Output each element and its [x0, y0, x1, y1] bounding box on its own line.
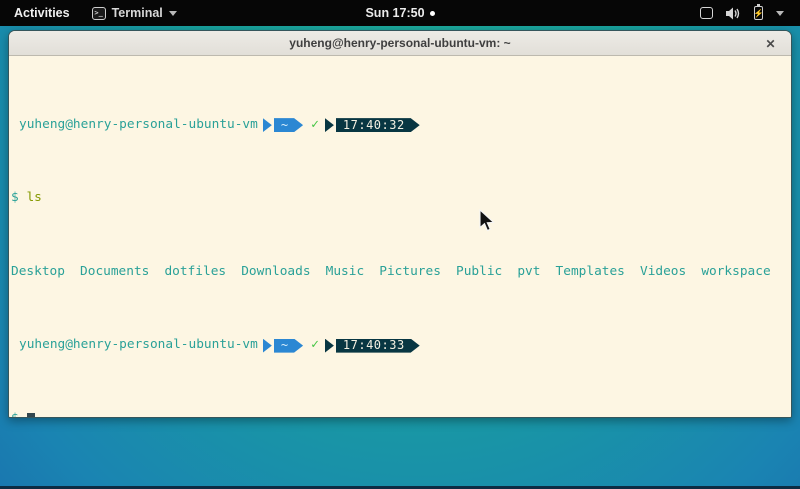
chevron-down-icon — [776, 11, 784, 16]
volume-icon — [726, 7, 741, 20]
top-bar: Activities >_ Terminal Sun 17:50 ⚡ — [0, 0, 800, 26]
window-titlebar[interactable]: yuheng@henry-personal-ubuntu-vm: ~ ✕ — [9, 31, 791, 56]
directory-Pictures: Pictures — [379, 265, 441, 280]
prompt-user: yuheng@henry-personal-ubuntu-vm — [11, 118, 258, 133]
typed-command: ls — [26, 191, 41, 206]
notification-dot-icon — [430, 11, 435, 16]
prompt-time-segment: 17:40:32 — [336, 118, 420, 132]
app-menu-label: Terminal — [112, 6, 163, 20]
activities-button[interactable]: Activities — [0, 0, 84, 26]
status-check-icon: ✓ — [311, 338, 319, 353]
directory-Documents: Documents — [80, 265, 149, 280]
terminal-content[interactable]: yuheng@henry-personal-ubuntu-vm ~ ✓ 17:4… — [9, 56, 791, 418]
prompt-path-segment: ~ — [274, 339, 303, 353]
powerline-arrow-icon — [325, 339, 334, 353]
window-title: yuheng@henry-personal-ubuntu-vm: ~ — [289, 36, 510, 50]
prompt-line-2: yuheng@henry-personal-ubuntu-vm ~ ✓ 17:4… — [11, 338, 789, 353]
text-cursor — [27, 413, 35, 418]
directory-Public: Public — [456, 265, 502, 280]
terminal-icon: >_ — [92, 7, 106, 20]
chevron-down-icon — [169, 11, 177, 16]
ls-output: Desktop Documents dotfiles Downloads Music Pi… — [11, 265, 789, 280]
terminal-window: yuheng@henry-personal-ubuntu-vm: ~ ✕ yuh… — [8, 30, 792, 418]
command-line: $ ls — [11, 191, 789, 206]
directory-Music: Music — [326, 265, 365, 280]
status-check-icon: ✓ — [311, 118, 319, 133]
prompt-user: yuheng@henry-personal-ubuntu-vm — [11, 338, 258, 353]
directory-Templates: Templates — [556, 265, 625, 280]
directory-pvt: pvt — [517, 265, 540, 280]
powerline-segments: ~ ✓ 17:40:32 — [263, 118, 420, 132]
prompt-dollar: $ — [11, 191, 19, 206]
powerline-arrow-icon — [263, 339, 272, 353]
powerline-arrow-icon — [325, 118, 334, 132]
prompt-time-segment: 17:40:33 — [336, 339, 420, 353]
powerline-segments: ~ ✓ 17:40:33 — [263, 339, 420, 353]
battery-charging-icon: ⚡ — [754, 6, 763, 20]
prompt-path-segment: ~ — [274, 118, 303, 132]
input-line[interactable]: $ — [11, 412, 789, 418]
close-button[interactable]: ✕ — [762, 35, 779, 52]
directory-Desktop: Desktop — [11, 265, 65, 280]
app-menu-terminal[interactable]: >_ Terminal — [84, 0, 185, 26]
directory-Videos: Videos — [640, 265, 686, 280]
directory-Downloads: Downloads — [241, 265, 310, 280]
directory-workspace: workspace — [701, 265, 770, 280]
display-icon — [700, 7, 713, 19]
directory-dotfiles: dotfiles — [164, 265, 226, 280]
system-tray[interactable]: ⚡ — [684, 0, 800, 26]
powerline-arrow-icon — [263, 118, 272, 132]
prompt-dollar: $ — [11, 412, 19, 418]
clock-button[interactable]: Sun 17:50 — [365, 6, 424, 20]
prompt-line-1: yuheng@henry-personal-ubuntu-vm ~ ✓ 17:4… — [11, 118, 789, 133]
